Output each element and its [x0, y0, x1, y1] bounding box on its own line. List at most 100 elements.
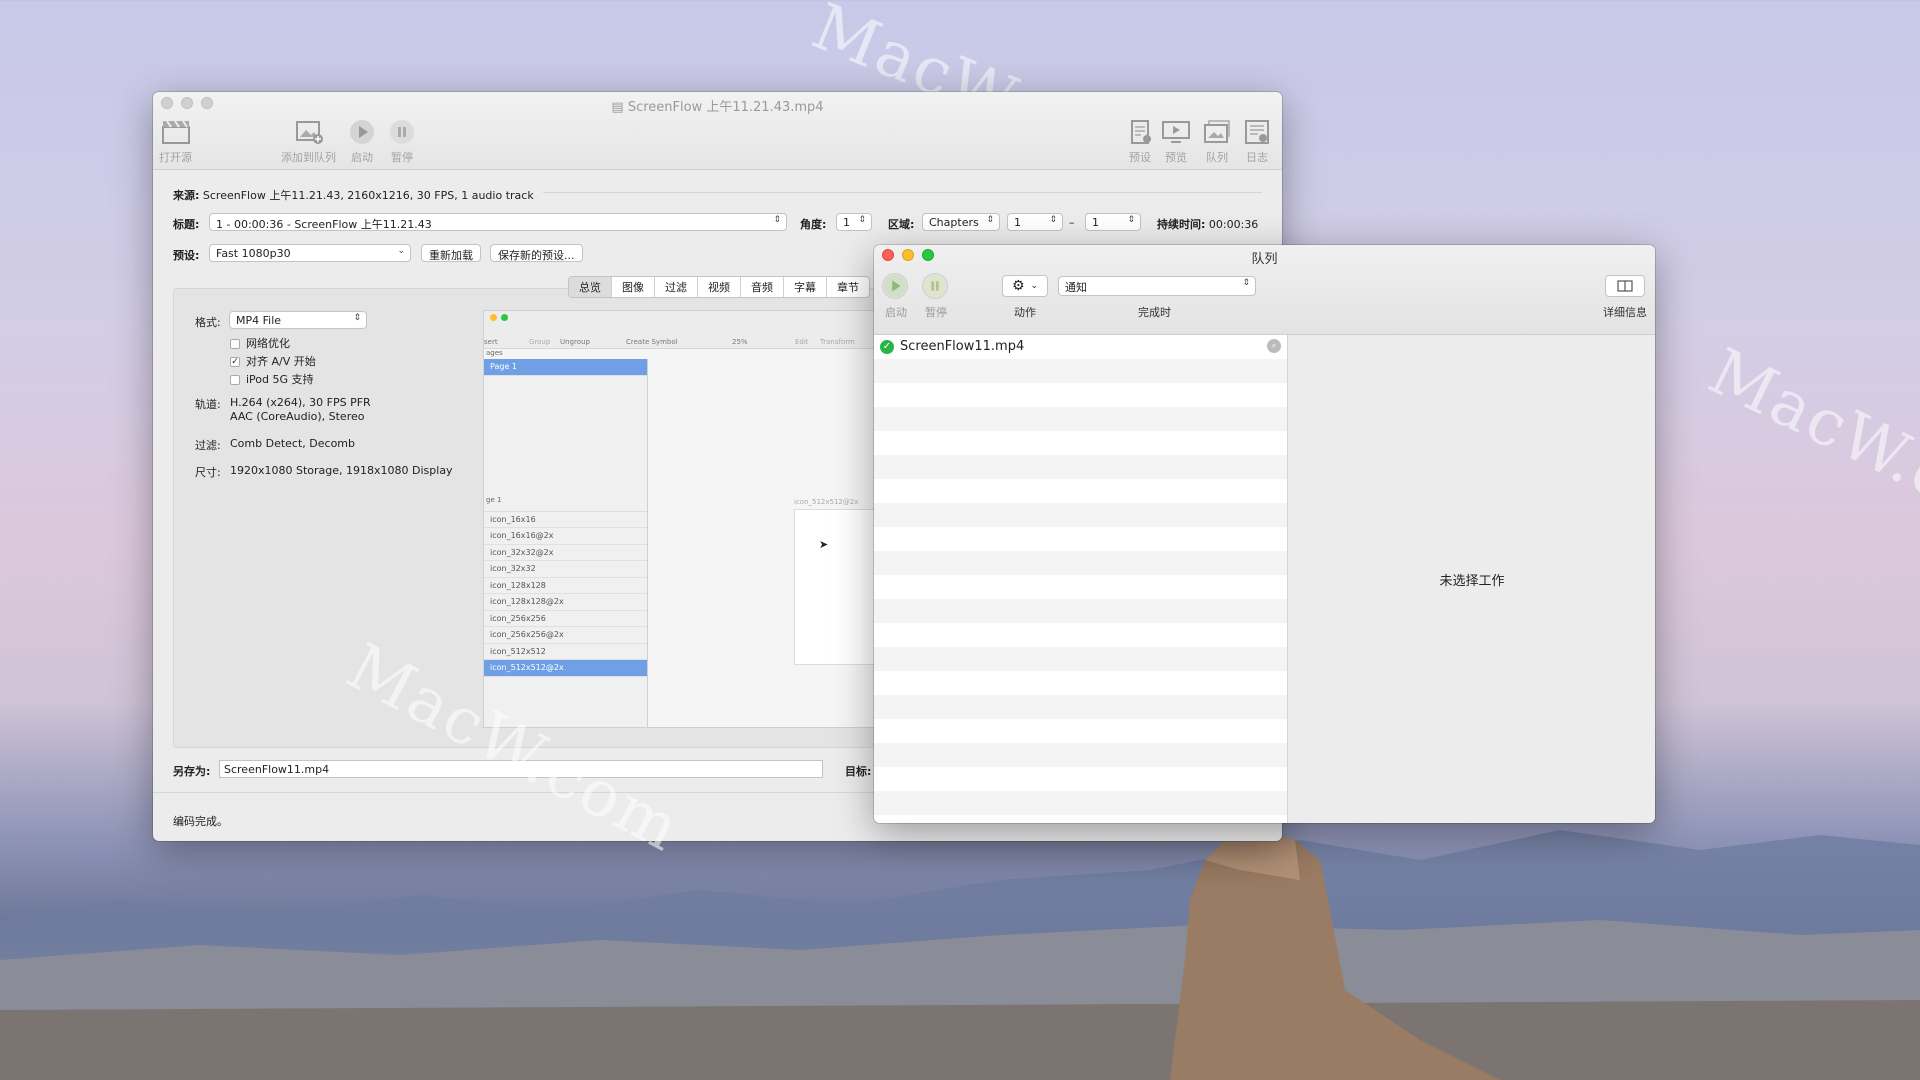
preview-thumbnail: sert Group Ungroup Create Symbol 25% Edi…	[483, 310, 883, 728]
range-end-value: 1	[1092, 216, 1099, 229]
format-value: MP4 File	[236, 314, 282, 327]
queue-stack-icon	[1202, 118, 1232, 146]
range-start-value: 1	[1014, 216, 1021, 229]
tracks-label: 轨道:	[195, 398, 221, 411]
queue-pause-label: 暂停	[925, 306, 947, 319]
file-icon: ▤	[611, 100, 628, 115]
preview-tool-transform: Transform	[820, 338, 855, 346]
size-label: 尺寸:	[195, 466, 221, 479]
when-done-popup[interactable]: 通知 ⇕	[1058, 276, 1256, 296]
range-type-popup[interactable]: Chapters ⇕	[922, 213, 1000, 231]
filters-value: Comb Detect, Decomb	[230, 437, 355, 450]
title-popup[interactable]: 1 - 00:00:36 - ScreenFlow 上午11.21.43 ⇕	[209, 213, 787, 231]
preview-layer-item: icon_256x256@2x	[484, 627, 647, 644]
tab-subtitles[interactable]: 字幕	[784, 277, 827, 297]
queue-empty-row	[874, 455, 1287, 479]
duration-label: 持续时间:	[1157, 218, 1206, 231]
title-label: 标题:	[173, 218, 200, 231]
preview-tool-edit: Edit	[795, 338, 809, 346]
add-image-icon	[294, 118, 324, 146]
queue-job-name: ScreenFlow11.mp4	[900, 339, 1025, 354]
queue-empty-row	[874, 383, 1287, 407]
preview-tool-ungroup: Ungroup	[560, 338, 590, 346]
queue-empty-row	[874, 503, 1287, 527]
when-done-label: 完成时	[1138, 306, 1171, 319]
preset-value: Fast 1080p30	[216, 247, 291, 260]
preview-tool-group: Group	[529, 338, 551, 346]
updown-arrow-icon: ⇕	[1049, 215, 1057, 225]
queue-start-button[interactable]	[882, 273, 908, 299]
filters-label: 过滤:	[195, 439, 221, 452]
updown-arrow-icon: ⇕	[353, 313, 361, 323]
details-toggle-button[interactable]	[1605, 275, 1645, 297]
duration: 持续时间: 00:00:36	[1157, 216, 1258, 232]
angle-label: 角度:	[800, 218, 827, 231]
reload-button[interactable]: 重新加载	[421, 244, 481, 262]
updown-arrow-icon: ⇕	[773, 215, 781, 225]
tab-summary[interactable]: 总览	[569, 277, 612, 297]
queue-empty-row	[874, 743, 1287, 767]
angle-popup[interactable]: 1 ⇕	[836, 213, 872, 231]
preview-tool-create-symbol: Create Symbol	[626, 338, 678, 346]
range-start-popup[interactable]: 1 ⇕	[1007, 213, 1063, 231]
queue-empty-row	[874, 671, 1287, 695]
preset-popup[interactable]: Fast 1080p30 ⌄	[209, 244, 411, 262]
queue-titlebar: 队列 启动 暂停 ⚙ ⌄ 动作 通知 ⇕ 完成时 详细信息	[874, 245, 1655, 335]
preview-layer-item: icon_16x16	[484, 512, 647, 528]
size-value: 1920x1080 Storage, 1918x1080 Display	[230, 464, 453, 477]
log-button[interactable]: 日志	[1242, 118, 1272, 165]
preview-layer-item: icon_128x128@2x	[484, 594, 647, 611]
queue-empty-row	[874, 791, 1287, 815]
queue-job-row[interactable]: ✓ ScreenFlow11.mp4 ⌕	[874, 335, 1287, 359]
updown-arrow-icon: ⇕	[1242, 278, 1250, 288]
queue-button[interactable]: 队列	[1202, 118, 1232, 165]
no-selection-text: 未选择工作	[1439, 573, 1505, 589]
tab-video[interactable]: 视频	[698, 277, 741, 297]
queue-empty-row	[874, 599, 1287, 623]
add-to-queue-label: 添加到队列	[281, 151, 336, 164]
angle-value: 1	[843, 216, 850, 229]
queue-pause-button[interactable]	[922, 273, 948, 299]
preview-pages-header: ages	[486, 349, 503, 357]
checkbox-unchecked	[230, 339, 240, 349]
settings-tabs: 总览 图像 过滤 视频 音频 字幕 章节	[568, 276, 870, 298]
tab-audio[interactable]: 音频	[741, 277, 784, 297]
range-end-popup[interactable]: 1 ⇕	[1085, 213, 1141, 231]
queue-empty-row	[874, 767, 1287, 791]
preview-button[interactable]: 预览	[1161, 118, 1191, 165]
reveal-magnifier-icon[interactable]: ⌕	[1267, 339, 1281, 353]
ipod-support-checkbox[interactable]: iPod 5G 支持	[230, 371, 314, 387]
queue-window-title: 队列	[1251, 252, 1278, 267]
queue-empty-row	[874, 719, 1287, 743]
open-source-label: 打开源	[159, 151, 192, 164]
queue-empty-row	[874, 575, 1287, 599]
presets-label: 预设	[1129, 151, 1151, 164]
queue-empty-row	[874, 551, 1287, 575]
status-text: 编码完成。	[173, 815, 228, 828]
format-popup[interactable]: MP4 File ⇕	[229, 311, 367, 329]
action-menu-button[interactable]: ⚙ ⌄	[1002, 275, 1048, 297]
updown-arrow-icon: ⇕	[986, 215, 994, 225]
window-title: ▤ ScreenFlow 上午11.21.43.mp4	[611, 100, 824, 115]
preview-layer-item: icon_128x128	[484, 578, 647, 594]
add-to-queue-button[interactable]: 添加到队列	[281, 118, 336, 165]
tab-chapters[interactable]: 章节	[827, 277, 869, 297]
save-preset-button[interactable]: 保存新的预设...	[490, 244, 583, 262]
start-button[interactable]: 启动	[347, 118, 377, 165]
preview-page-item: Page 1	[484, 359, 647, 376]
presets-button[interactable]: 预设	[1125, 118, 1155, 165]
preview-layer-item: icon_32x32@2x	[484, 545, 647, 561]
details-label: 详细信息	[1603, 306, 1647, 319]
preview-artboard-label: icon_512x512@2x	[794, 498, 859, 506]
tab-picture[interactable]: 图像	[612, 277, 655, 297]
tracks-line2: AAC (CoreAudio), Stereo	[230, 410, 365, 423]
align-av-checkbox[interactable]: ✓ 对齐 A/V 开始	[230, 353, 316, 369]
web-optimized-checkbox[interactable]: 网络优化	[230, 335, 290, 351]
tab-filters[interactable]: 过滤	[655, 277, 698, 297]
pause-button[interactable]: 暂停	[387, 118, 417, 165]
preset-label: 预设:	[173, 249, 200, 262]
chevron-down-icon: ⌄	[1030, 281, 1039, 291]
divider	[543, 192, 1262, 193]
open-source-button[interactable]: 打开源	[159, 118, 192, 165]
queue-detail-pane: 未选择工作	[1289, 335, 1655, 823]
